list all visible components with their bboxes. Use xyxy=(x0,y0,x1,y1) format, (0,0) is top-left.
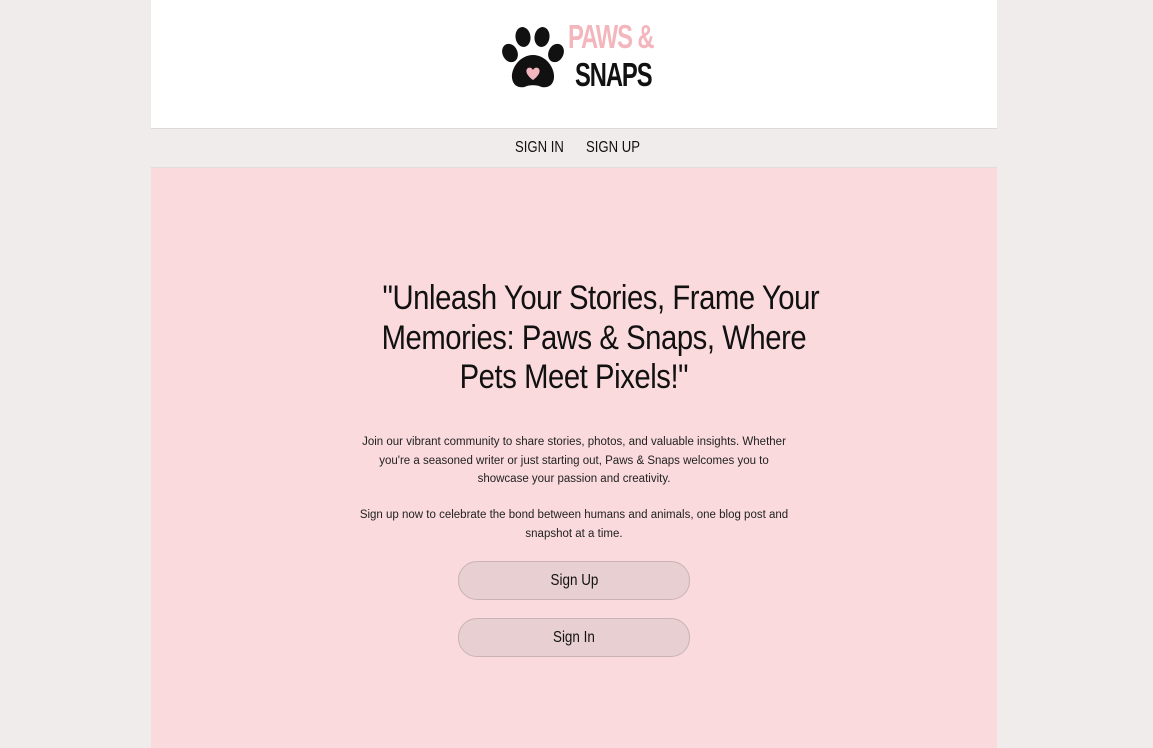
hero-title-line-2: Memories: Paws & Snaps, Where xyxy=(381,318,807,357)
top-nav: SIGN IN SIGN UP xyxy=(151,129,997,168)
sign-in-button-label: Sign In xyxy=(553,629,595,646)
site-header: PAWS & SNAPS xyxy=(151,0,997,129)
intro-paragraph: Join our vibrant community to share stor… xyxy=(362,436,786,485)
signup-prompt-paragraph: Sign up now to celebrate the bond betwee… xyxy=(359,509,789,540)
logo-text-paws: PAWS & xyxy=(568,18,655,55)
hero-title-line-1: "Unleash Your Stories, Frame Your xyxy=(382,279,820,317)
hero-title-line-3: Pets Meet Pixels!" xyxy=(459,358,689,396)
nav-sign-in-link[interactable]: SIGN IN xyxy=(515,138,564,158)
site-logo[interactable]: PAWS & SNAPS xyxy=(500,18,655,94)
sign-up-button-label: Sign Up xyxy=(550,572,598,589)
sign-up-button[interactable]: Sign Up xyxy=(458,561,690,600)
logo-text-snaps: SNAPS xyxy=(575,56,653,93)
page-container: PAWS & SNAPS SIGN IN SIGN UP "Unleash Yo… xyxy=(151,0,997,748)
hero-title: "Unleash Your Stories, Frame Your Memori… xyxy=(347,279,820,398)
nav-sign-up-link[interactable]: SIGN UP xyxy=(586,138,640,158)
paw-print-icon xyxy=(502,27,564,88)
sign-in-button[interactable]: Sign In xyxy=(458,618,690,657)
